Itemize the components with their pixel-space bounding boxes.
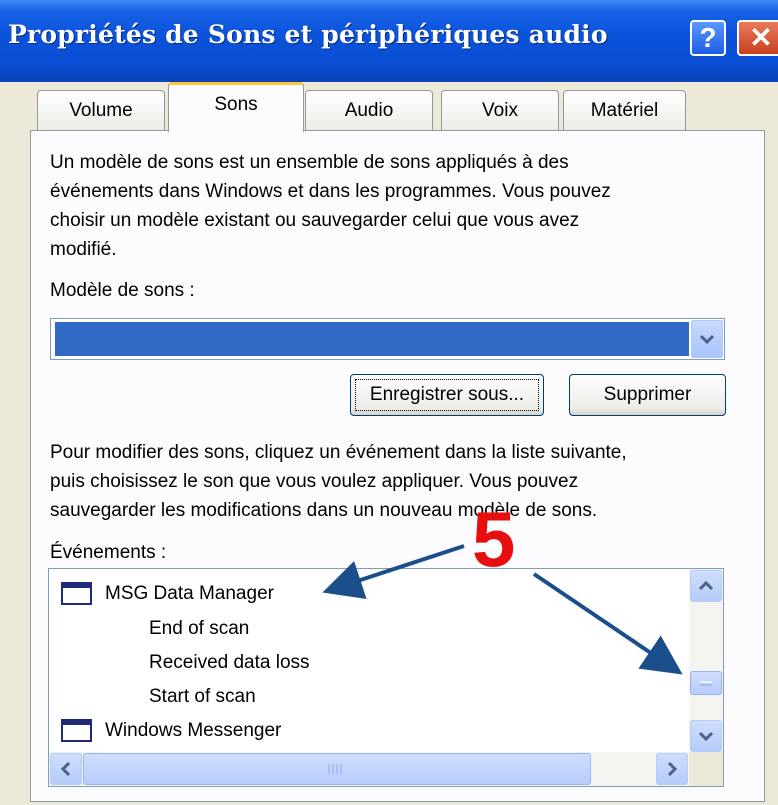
events-label: Événements :	[50, 542, 167, 563]
help-icon: ?	[699, 22, 717, 53]
events-list[interactable]: MSG Data Manager End of scan Received da…	[48, 568, 724, 787]
close-icon: ✕	[749, 22, 773, 53]
scheme-dropdown-button[interactable]	[691, 320, 723, 358]
title-bar[interactable]: Propriétés de Sons et périphériques audi…	[0, 0, 778, 82]
tab-volume[interactable]: Volume	[37, 90, 165, 132]
horizontal-scrollbar[interactable]	[49, 752, 689, 786]
scheme-dropdown[interactable]	[50, 318, 725, 360]
horizontal-scroll-thumb[interactable]	[83, 753, 591, 785]
tab-sons[interactable]: Sons	[168, 82, 304, 132]
instructions-line-1: Pour modifier des sons, cliquez un événe…	[50, 442, 627, 463]
scroll-right-button[interactable]	[656, 753, 688, 785]
tab-audio[interactable]: Audio	[305, 90, 433, 132]
window-icon	[61, 582, 92, 605]
list-item[interactable]: Received data loss	[149, 646, 310, 679]
tab-voix[interactable]: Voix	[441, 90, 559, 132]
chevron-down-icon	[698, 731, 714, 742]
chevron-left-icon	[60, 761, 71, 777]
list-item-label: MSG Data Manager	[105, 583, 274, 604]
save-as-button[interactable]: Enregistrer sous...	[350, 374, 544, 416]
chevron-right-icon	[667, 761, 678, 777]
sound-properties-dialog: Propriétés de Sons et périphériques audi…	[0, 0, 778, 805]
scroll-down-button[interactable]	[690, 720, 722, 752]
grip-icon	[700, 681, 712, 686]
grip-icon	[328, 764, 342, 774]
list-item[interactable]: Start of scan	[149, 680, 256, 713]
chevron-down-icon	[699, 334, 715, 345]
vertical-scroll-thumb[interactable]	[690, 671, 722, 695]
annotation-number: 5	[472, 495, 516, 583]
tab-materiel[interactable]: Matériel	[563, 90, 686, 132]
window-title: Propriétés de Sons et périphériques audi…	[8, 20, 608, 49]
list-item[interactable]: End of scan	[149, 612, 249, 645]
instructions-line-2: puis choisissez le son que vous voulez a…	[50, 471, 579, 492]
intro-line-3: choisir un modèle existant ou sauvegarde…	[50, 210, 580, 231]
scheme-selected-value	[55, 322, 689, 356]
focus-rectangle	[355, 379, 539, 411]
chevron-up-icon	[698, 580, 714, 591]
vertical-scrollbar[interactable]	[689, 569, 723, 753]
window-icon	[61, 719, 92, 742]
scroll-up-button[interactable]	[690, 570, 722, 602]
close-button[interactable]: ✕	[737, 20, 778, 56]
scrollbar-corner	[689, 752, 723, 786]
intro-line-1: Un modèle de sons est un ensemble de son…	[50, 152, 569, 173]
list-item-label: Windows Messenger	[105, 720, 282, 741]
delete-button[interactable]: Supprimer	[569, 374, 726, 416]
scroll-left-button[interactable]	[50, 753, 82, 785]
intro-line-4: modifié.	[50, 239, 117, 260]
help-button[interactable]: ?	[690, 20, 726, 56]
intro-line-2: événements dans Windows et dans les prog…	[50, 181, 611, 202]
scheme-label: Modèle de sons :	[50, 280, 195, 301]
